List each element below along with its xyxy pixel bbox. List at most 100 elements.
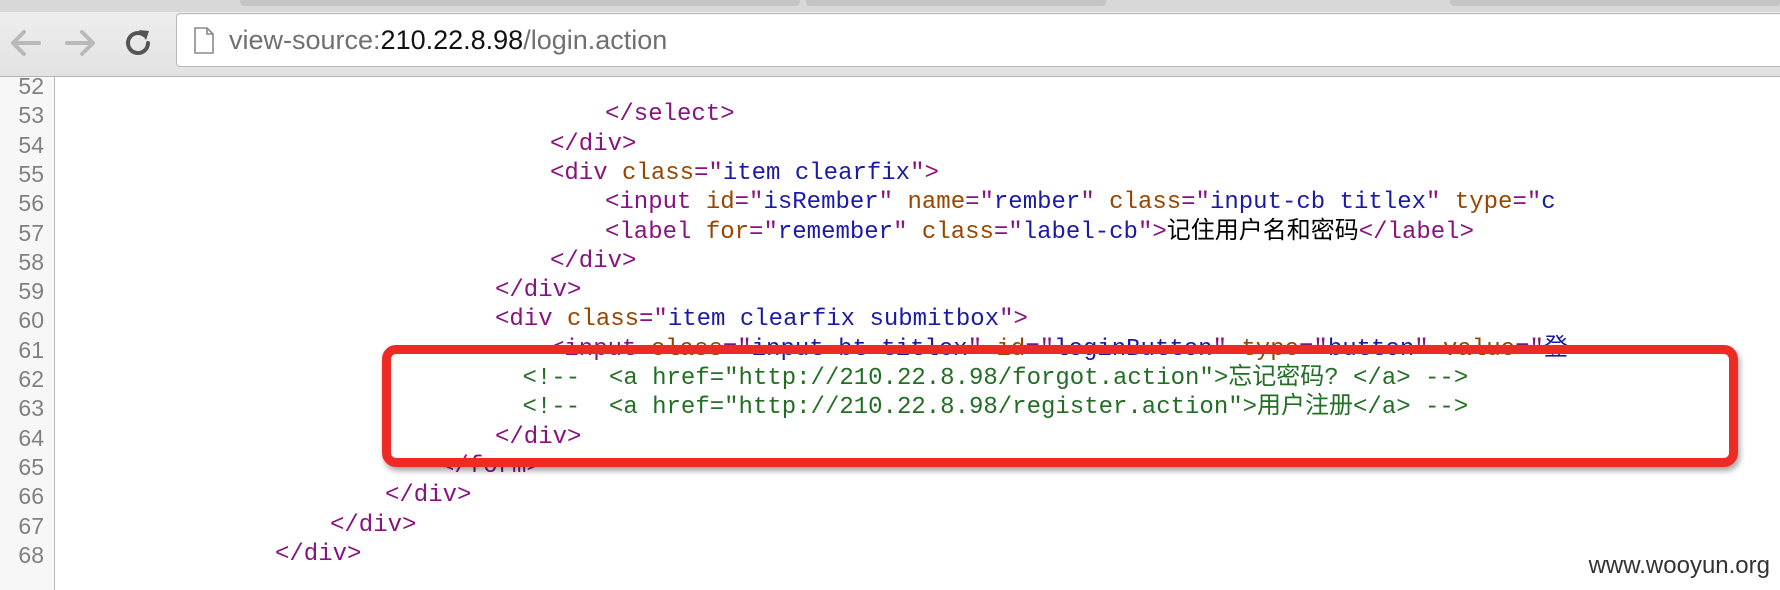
line-number: 63 — [18, 395, 44, 422]
line-number: 68 — [18, 541, 44, 568]
line-code: </select> — [605, 100, 735, 130]
url-scheme: view-source: — [229, 25, 381, 55]
line-number: 56 — [18, 190, 44, 217]
code-token-tag: =" — [749, 218, 778, 246]
code-token-attr: id — [705, 189, 735, 217]
source-line: 57 <label for="remember" class="label-cb"… — [0, 218, 1780, 248]
code-token-tag: </div> — [385, 482, 472, 510]
source-line: 52 — [0, 71, 1780, 101]
line-number: 67 — [18, 512, 44, 539]
source-line: 56 <input id="isRember" name="rember" cla… — [0, 188, 1780, 218]
line-code: </div> — [330, 511, 416, 541]
arrow-right-icon — [65, 30, 95, 56]
line-code: <div class="item clearfix"> — [550, 159, 939, 189]
red-highlight-box — [382, 345, 1738, 467]
source-line: 68 </div> — [0, 540, 1780, 570]
code-token-tag: <label — [605, 218, 706, 246]
line-code: <div class="item clearfix submitbox"> — [495, 305, 1028, 335]
line-number: 61 — [18, 336, 44, 363]
line-code: </div> — [275, 540, 361, 570]
line-code: <label for="remember" class="label-cb">记… — [605, 218, 1474, 248]
line-number: 57 — [18, 219, 44, 246]
line-number: 52 — [18, 73, 44, 99]
tab-strip — [0, 0, 1780, 12]
url-host: 210.22.8.98 — [380, 25, 524, 55]
code-token-tag: </label> — [1358, 218, 1474, 246]
tab-edge[interactable] — [806, 0, 1106, 6]
code-token-tag: </div> — [275, 540, 362, 568]
back-button[interactable] — [6, 23, 46, 63]
line-number: 55 — [18, 160, 44, 187]
tab-edge[interactable] — [1450, 0, 1780, 6]
code-token-val: rember — [993, 189, 1081, 217]
url-text[interactable]: view-source:210.22.8.98/login.action — [229, 14, 667, 66]
code-token-tag: "> — [1137, 218, 1167, 246]
code-token-val: isRember — [763, 189, 879, 217]
code-token-tag: " — [1426, 189, 1455, 217]
arrow-left-icon — [11, 30, 41, 56]
code-token-tag: "> — [999, 306, 1028, 334]
code-token-tag: =" — [1512, 189, 1542, 217]
code-token-tag: "> — [910, 159, 939, 187]
line-code: </div> — [550, 130, 636, 160]
source-view: 52 53 </select> 54 </div> 55 <div class="item … — [0, 73, 1780, 590]
forward-button[interactable] — [60, 23, 100, 63]
reload-icon — [126, 30, 150, 55]
line-number: 64 — [18, 424, 44, 451]
line-number: 62 — [18, 366, 44, 392]
code-token-tag: " — [878, 189, 908, 217]
source-line: 67 </div> — [0, 511, 1780, 541]
code-token-text: 记住用户名和密码 — [1166, 218, 1359, 246]
code-token-attr: class — [622, 159, 695, 187]
line-number: 59 — [18, 278, 44, 305]
tab-edge[interactable] — [240, 0, 800, 6]
line-code: </div> — [495, 276, 581, 306]
code-token-tag: =" — [993, 218, 1023, 246]
code-token-tag: =" — [734, 189, 764, 217]
code-token-val: c — [1541, 189, 1556, 217]
line-number: 65 — [18, 453, 44, 480]
source-line: 58 </div> — [0, 247, 1780, 277]
line-number: 58 — [18, 248, 44, 275]
reload-button[interactable] — [118, 23, 158, 63]
code-token-tag: <div — [550, 159, 623, 187]
line-code: </div> — [550, 247, 636, 277]
source-line: 60 <div class="item clearfix submitbox"> — [0, 305, 1780, 335]
line-number: 53 — [18, 102, 44, 129]
line-code: </div> — [385, 481, 471, 511]
source-line: 55 <div class="item clearfix"> — [0, 159, 1780, 189]
code-token-tag: " — [893, 218, 922, 246]
code-token-tag: </div> — [330, 511, 417, 539]
source-line: 66 </div> — [0, 481, 1780, 511]
line-code: <input id="isRember" name="rember" class… — [605, 188, 1556, 218]
code-token-tag: =" — [1181, 189, 1210, 217]
code-token-val: input-cb titlex — [1209, 189, 1427, 217]
line-number: 54 — [18, 131, 44, 158]
code-token-tag: =" — [965, 189, 994, 217]
code-token-tag: <div — [495, 306, 568, 334]
code-token-tag: =" — [639, 306, 668, 334]
code-token-val: item clearfix submitbox — [667, 306, 1000, 334]
code-token-tag: " — [1080, 189, 1110, 217]
code-token-val: item clearfix — [722, 159, 911, 187]
code-token-attr: name — [907, 189, 966, 217]
code-token-attr: class — [921, 218, 994, 246]
code-token-attr: class — [1109, 189, 1182, 217]
code-token-attr: for — [705, 218, 750, 246]
url-path: /login.action — [523, 25, 668, 55]
line-number: 60 — [18, 307, 44, 334]
browser-toolbar: view-source:210.22.8.98/login.action — [0, 12, 1780, 77]
watermark: www.wooyun.org — [1588, 552, 1770, 579]
source-line: 59 </div> — [0, 276, 1780, 306]
source-line: 54 </div> — [0, 130, 1780, 160]
source-line: 53 </select> — [0, 100, 1780, 130]
code-token-tag: =" — [694, 159, 723, 187]
code-token-val: remember — [777, 218, 894, 246]
address-bar[interactable]: view-source:210.22.8.98/login.action — [176, 13, 1780, 67]
code-token-attr: type — [1454, 189, 1513, 217]
code-token-tag: </div> — [495, 277, 582, 305]
code-token-attr: class — [567, 306, 640, 334]
code-token-tag: </div> — [550, 130, 637, 158]
code-token-tag: </div> — [550, 247, 637, 275]
line-number: 66 — [18, 483, 44, 510]
